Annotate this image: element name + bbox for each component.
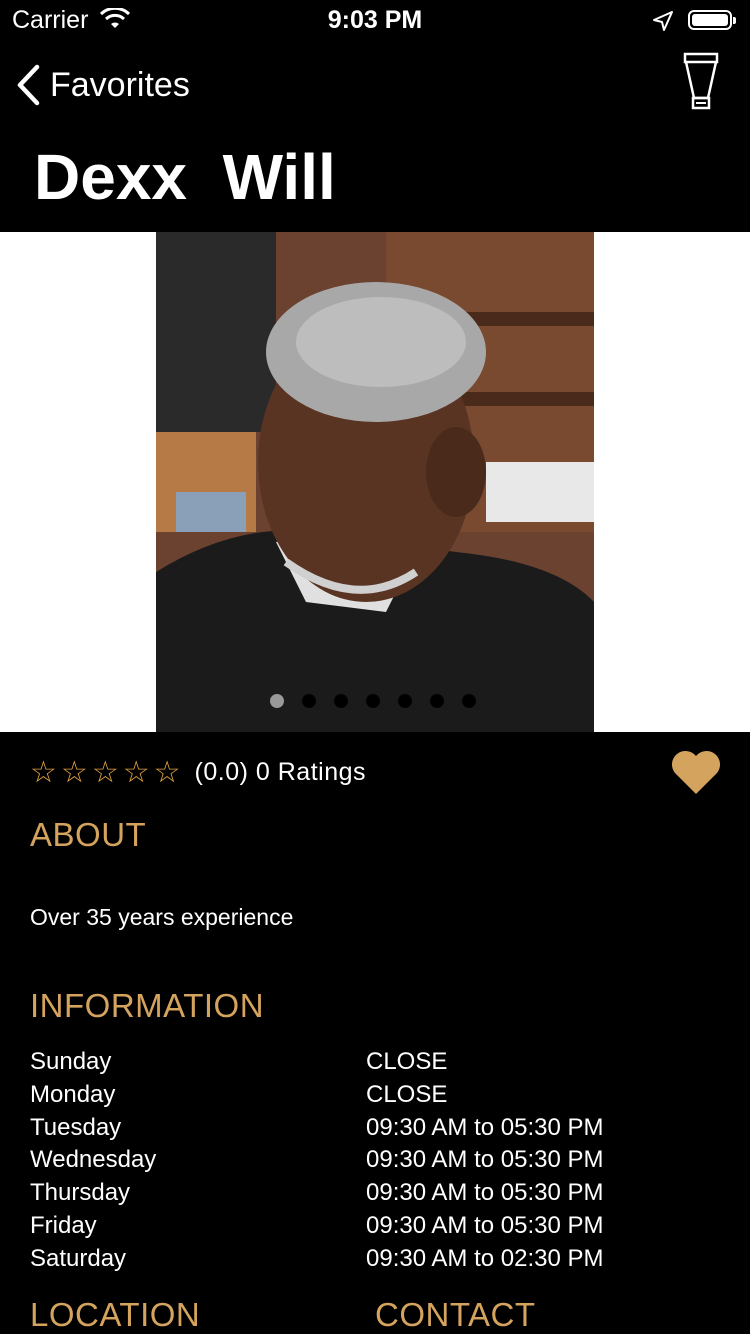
page-dot[interactable] xyxy=(334,694,348,708)
day-label: Friday xyxy=(30,1211,97,1239)
location-heading[interactable]: LOCATION xyxy=(30,1296,200,1334)
favorite-heart-icon[interactable] xyxy=(670,748,722,796)
page-dot[interactable] xyxy=(398,694,412,708)
rating-row: ☆ ☆ ☆ ☆ ☆ (0.0) 0 Ratings xyxy=(30,752,366,792)
battery-icon xyxy=(688,10,736,30)
about-heading: ABOUT xyxy=(30,816,147,853)
information-heading: INFORMATION xyxy=(30,987,265,1024)
chevron-left-icon xyxy=(17,64,40,106)
hours-value: CLOSE xyxy=(366,1080,448,1108)
page-dot[interactable] xyxy=(462,694,476,708)
star-outline-icon[interactable]: ☆ xyxy=(154,755,181,790)
star-rating[interactable]: ☆ ☆ ☆ ☆ ☆ xyxy=(30,755,181,790)
photo-gallery[interactable] xyxy=(0,232,750,732)
page-title: Dexx Will xyxy=(34,141,336,213)
page-indicator[interactable] xyxy=(270,694,476,708)
location-arrow-icon xyxy=(653,11,673,31)
day-label: Monday xyxy=(30,1080,116,1108)
page-dot[interactable] xyxy=(270,694,284,708)
star-outline-icon[interactable]: ☆ xyxy=(61,755,88,790)
status-bar: Carrier 9:03 PM xyxy=(0,0,750,40)
rating-summary: (0.0) 0 Ratings xyxy=(194,757,366,786)
contact-heading[interactable]: CONTACT xyxy=(375,1296,536,1334)
product-tube-icon[interactable] xyxy=(682,52,720,112)
hours-value: 09:30 AM to 05:30 PM xyxy=(366,1211,604,1239)
hours-value: 09:30 AM to 05:30 PM xyxy=(366,1113,604,1141)
page-dot[interactable] xyxy=(366,694,380,708)
day-label: Wednesday xyxy=(30,1146,157,1174)
day-label: Saturday xyxy=(30,1244,127,1272)
star-outline-icon[interactable]: ☆ xyxy=(123,755,150,790)
day-label: Sunday xyxy=(30,1048,112,1075)
hours-value: CLOSE xyxy=(366,1048,448,1075)
day-label: Thursday xyxy=(30,1179,131,1207)
clock: 9:03 PM xyxy=(327,6,423,34)
hours-value: 09:30 AM to 05:30 PM xyxy=(366,1179,604,1207)
page-dot[interactable] xyxy=(430,694,444,708)
barber-photo xyxy=(156,232,594,732)
page-dot[interactable] xyxy=(302,694,316,708)
star-outline-icon[interactable]: ☆ xyxy=(92,755,119,790)
day-label: Tuesday xyxy=(30,1113,122,1141)
about-text: Over 35 years experience xyxy=(30,904,294,930)
hours-value: 09:30 AM to 02:30 PM xyxy=(366,1244,604,1272)
back-label: Favorites xyxy=(50,65,190,104)
back-button[interactable]: Favorites xyxy=(16,60,190,110)
star-outline-icon[interactable]: ☆ xyxy=(30,755,57,790)
hours-value: 09:30 AM to 05:30 PM xyxy=(366,1146,604,1174)
